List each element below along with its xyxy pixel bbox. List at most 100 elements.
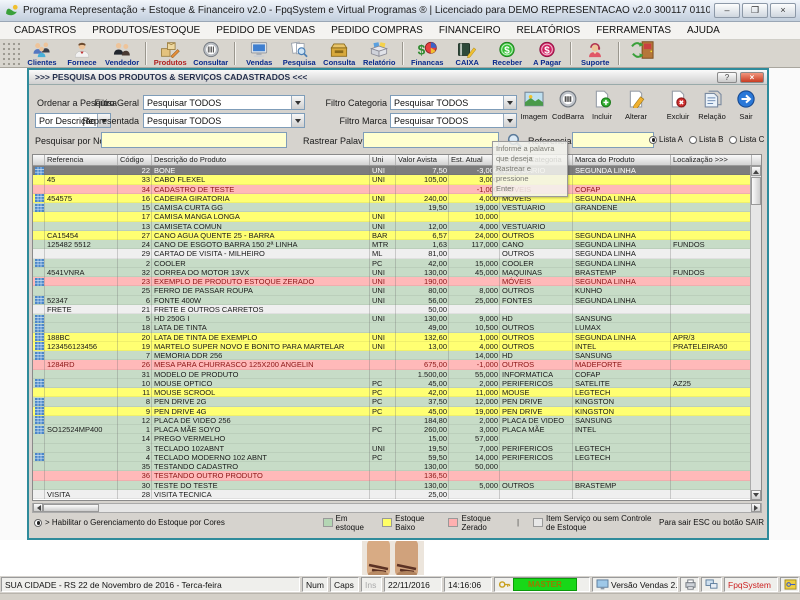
toolbar-button-produtos[interactable]: Produtos [150,40,190,67]
panel-close-button[interactable]: × [740,72,764,83]
scroll-left-button[interactable] [33,503,43,512]
referencia-input[interactable] [572,132,654,148]
minimize-button[interactable]: – [714,3,740,18]
table-row[interactable]: SO12524MP4001PLACA MÃE SOYOPC260,003,000… [33,425,761,434]
table-row[interactable]: 9PEN DRIVE 4GPC45,0019,000PEN DRIVEKINGS… [33,407,761,416]
incluir-button[interactable]: Incluir [585,90,619,121]
track-words-input[interactable] [363,132,499,148]
menu-item-pedido-de-vendas[interactable]: PEDIDO DE VENDAS [208,22,323,39]
table-row[interactable]: 17CAMISA MANGA LONGAUNI10,000 [33,212,761,221]
table-row[interactable]: 45457516CADEIRA GIRATORIAUNI240,004,000M… [33,194,761,203]
table-row[interactable]: 30TESTE DO TESTE130,005,000OUTROSBRASTEM… [33,481,761,490]
toolbar-button-receber[interactable]: $Receber [487,40,527,67]
column-header-descri-o-do-produto[interactable]: Descrição do Produto [152,155,370,165]
column-header-localiza-o-[interactable]: Localização >>> [671,155,752,165]
menu-item-ferramentas[interactable]: FERRAMENTAS [588,22,679,39]
table-row[interactable]: 4533CABO FLEXELUNI105,003,000 [33,175,761,184]
stock-color-toggle[interactable]: > Habilitar o Gerenciamento do Estoque p… [34,518,309,527]
table-row[interactable]: 15CAMISA CURTA GG19,5019,000VESTUARIOGRA… [33,203,761,212]
column-header-valor-avista[interactable]: Valor Avista [396,155,449,165]
table-row[interactable]: 7MEMORIA DDR 25614,000HDSANSUNG [33,351,761,360]
radio-lista-b[interactable]: Lista B [689,135,723,144]
table-row[interactable]: 3TECLADO 102ABNTUNI19,507,000PERIFERICOS… [33,444,761,453]
table-row[interactable]: 36TESTANDO OUTRO PRODUTO136,50 [33,471,761,480]
table-row[interactable]: 4TECLADO MODERNO 102 ABNTPC59,5014,000PE… [33,453,761,462]
horizontal-scrollbar[interactable] [32,503,762,513]
table-row[interactable]: 12345612345619MARTELO SUPER NOVO E BONIT… [33,342,761,351]
table-row[interactable]: 35TESTANDO CADASTRO130,0050,000 [33,462,761,471]
toolbar-button-caixa[interactable]: CAIXA [447,40,487,67]
table-row[interactable]: 14PREGO VERMELHO15,0057,000 [33,434,761,443]
table-row[interactable]: 2COOLERPC42,0015,000COOLERSEGUNDA LINHA [33,259,761,268]
toolbar-button-a-pagar[interactable]: $A Pagar [527,40,567,67]
table-row[interactable]: 25FERRO DE PASSAR ROUPAUNI80,008,000OUTR… [33,286,761,295]
representada-select[interactable]: Pesquisar TODOS [143,113,305,128]
toolbar-button-fornece[interactable]: Fornece [62,40,102,67]
table-row[interactable]: 188BC20LATA DE TINTA DE EXEMPLOUNI132,60… [33,333,761,342]
vertical-scroll-thumb[interactable] [751,177,761,205]
toolbar-button-consultar[interactable]: Consultar [190,40,231,67]
table-row[interactable]: 23EXEMPLO DE PRODUTO ESTOQUE ZERADOUNI19… [33,277,761,286]
panel-help-button[interactable]: ? [717,72,737,83]
menu-item-ajuda[interactable]: AJUDA [679,22,728,39]
imagem-button[interactable]: Imagem [517,90,551,121]
table-row[interactable]: CA1545427CANO AGUA QUENTE 25 - BARRABAR6… [33,231,761,240]
table-row[interactable]: FRETE21FRETE E OUTROS CARRETOS50,00 [33,305,761,314]
restore-button[interactable]: ❐ [742,3,768,18]
radio-lista-a[interactable]: Lista A [649,135,683,144]
menu-item-pedido-compras[interactable]: PEDIDO COMPRAS [323,22,431,39]
column-header-uni[interactable]: Uni [370,155,396,165]
table-row[interactable]: 5HD 250G IUNI130,009,000HDSANSUNG [33,314,761,323]
table-row[interactable]: 13CAMISETA COMUNUNI12,004,000VESTUARIO [33,222,761,231]
codbarra-button[interactable]: CodBarra [551,90,585,121]
table-row[interactable]: 523476FONTE 400WUNI56,0025,000FONTESSEGU… [33,296,761,305]
toolbar-button-pesquisa[interactable]: Pesquisa [279,40,319,67]
image-attached-icon [35,379,45,387]
table-row[interactable]: 125482 551224CANO DE ESGOTO BARRA 150 2ª… [33,240,761,249]
menu-item-relat-rios[interactable]: RELATÓRIOS [509,22,589,39]
radio-lista-c[interactable]: Lista C [729,135,764,144]
filtro-categoria-select[interactable]: Pesquisar TODOS [390,95,517,110]
table-row[interactable]: 29CARTAO DE VISITA - MILHEIROML81,00OUTR… [33,249,761,258]
table-row[interactable]: VISITA28VISITA TECNICA25,00 [33,490,761,499]
menu-item-produtos-estoque[interactable]: PRODUTOS/ESTOQUE [84,22,208,39]
column-header-referencia[interactable]: Referencia [45,155,118,165]
table-row[interactable]: 31MODELO DE PRODUTO1.500,0055,000INFORMA… [33,370,761,379]
table-row[interactable]: 12PLACA DE VIDEO 256184,802,000PLACA DE … [33,416,761,425]
scroll-up-button[interactable] [751,166,761,176]
toolbar-button-relat-rio[interactable]: Relatório [359,40,399,67]
toolbar-button-clientes[interactable]: Clientes [22,40,62,67]
table-row[interactable]: 34CADASTRO DE TESTE-1,000MÓVEISCOFAP [33,185,761,194]
table-row[interactable]: 8PEN DRIVE 2GPC37,5012,000PEN DRIVEKINGS… [33,397,761,406]
column-header-icon[interactable] [33,155,45,165]
scroll-right-button[interactable] [751,503,761,512]
toolbar-button-consulta[interactable]: Consulta [319,40,359,67]
filtro-geral-select[interactable]: Pesquisar TODOS [143,95,305,110]
table-row[interactable]: 22BONEUNI7,50-3,000VESTUARIOSEGUNDA LINH… [33,166,761,175]
toolbar-button-vendedor[interactable]: Vendedor [102,40,142,67]
rela-o-button[interactable]: Relação [695,90,729,121]
horizontal-scroll-thumb[interactable] [43,504,99,512]
close-button[interactable]: × [770,3,796,18]
table-row[interactable]: 4541VNRA32CORREA DO MOTOR 13VXUNI130,004… [33,268,761,277]
table-cell: 59,50 [396,453,449,462]
menu-item-cadastros[interactable]: CADASTROS [6,22,84,39]
column-header-marca-do-produto[interactable]: Marca do Produto [573,155,671,165]
toolbar-button-financas[interactable]: $Financas [407,40,447,67]
table-row[interactable]: 11MOUSE SCROOLPC42,0011,000MOUSELEGTECH [33,388,761,397]
vertical-scrollbar[interactable] [750,166,761,500]
filtro-marca-select[interactable]: Pesquisar TODOS [390,113,517,128]
toolbar-button-vendas[interactable]: Vendas [239,40,279,67]
excluir-button[interactable]: Excluir [661,90,695,121]
table-row[interactable]: 18LATA DE TINTA49,0010,500OUTROSLUMAX [33,323,761,332]
toolbar-button-exit[interactable] [623,40,663,67]
toolbar-button-suporte[interactable]: Suporte [575,40,615,67]
sair-button[interactable]: Sair [729,90,763,121]
table-row[interactable]: 1284RD26MESA PARA CHURRASCO 125X200 ANGE… [33,360,761,369]
menu-item-financeiro[interactable]: FINANCEIRO [431,22,509,39]
search-name-input[interactable] [101,132,287,148]
column-header-c-digo[interactable]: Código [118,155,152,165]
table-row[interactable]: 10MOUSE OPTICOPC45,002,000PERIFERICOSSAT… [33,379,761,388]
scroll-down-button[interactable] [751,490,761,500]
alterar-button[interactable]: Alterar [619,90,653,121]
